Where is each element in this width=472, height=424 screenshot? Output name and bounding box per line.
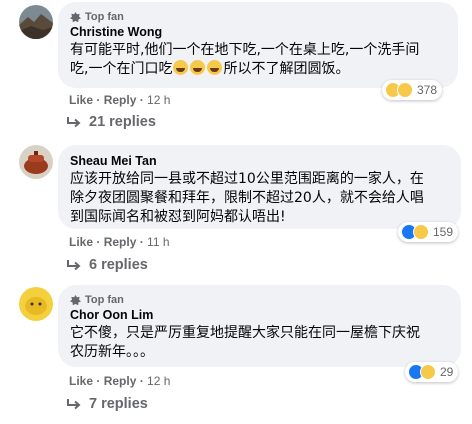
- comment-actions: Like · Reply · 11 h: [69, 235, 170, 249]
- top-fan-label: Top fan: [85, 11, 124, 23]
- reaction-count: 378: [417, 83, 438, 97]
- author-name[interactable]: Sheau Mei Tan: [70, 153, 449, 169]
- comment-bubble: Top fan Christine Wong 有可能平时,他们一个在地下吃,一个…: [58, 2, 458, 88]
- haha-reaction-icon: [413, 224, 429, 240]
- laughing-emoji-icon: [190, 60, 206, 75]
- comment-text: 有可能平时,他们一个在地下吃,一个在桌上吃,一个洗手间 吃,一个在门口吃 所以不了…: [70, 41, 446, 79]
- reply-arrow-icon: [67, 399, 81, 410]
- comment-text-line: 有可能平时,他们一个在地下吃,一个在桌上吃,一个洗手间: [70, 42, 420, 58]
- author-name[interactable]: Chor Oon Lim: [70, 307, 449, 323]
- comment-actions: Like · Reply · 12 h: [69, 93, 171, 107]
- timestamp[interactable]: 12 h: [147, 374, 170, 388]
- author-name[interactable]: Christine Wong: [70, 24, 446, 40]
- comment-text: 应该开放给同一县或不超过10公里范围距离的一家人，在 除夕夜团圆聚餐和拜年，限制…: [70, 170, 449, 227]
- like-link[interactable]: Like: [69, 235, 93, 249]
- comment-text-segment: 所以不了解团圆饭。: [223, 61, 350, 77]
- comment-bubble: Top fan Chor Oon Lim 它不傻，只是严厉重复地提醒大家只能在同…: [58, 285, 461, 367]
- laughing-emoji-icon: [173, 60, 189, 75]
- comment-actions: Like · Reply · 12 h: [69, 374, 171, 388]
- comment-text-line: 吃,一个在门口吃 所以不了解团圆饭。: [70, 60, 446, 79]
- top-fan-label: Top fan: [85, 294, 124, 306]
- comment-bubble: Sheau Mei Tan 应该开放给同一县或不超过10公里范围距离的一家人，在…: [58, 145, 461, 229]
- avatar[interactable]: [19, 5, 53, 39]
- reaction-count: 159: [433, 225, 454, 239]
- comment-text-line: 它不傻，只是严厉重复地提醒大家只能在同一屋檐下庆祝: [70, 325, 420, 341]
- top-fan-icon: [70, 294, 81, 305]
- replies-count-label: 21 replies: [89, 114, 156, 130]
- comment-text-line: 到国际闻名和被怼到阿妈都认唔出!: [70, 209, 286, 225]
- avatar[interactable]: [19, 145, 53, 179]
- reaction-summary[interactable]: 378: [382, 80, 443, 100]
- sad-reaction-icon: [397, 82, 413, 98]
- comment-text-line: 除夕夜团圆聚餐和拜年，限制不超过20人，就不会给人唱: [70, 190, 424, 206]
- comment-text-segment: 吃,一个在门口吃: [70, 61, 173, 77]
- reaction-summary[interactable]: 159: [398, 222, 459, 242]
- like-link[interactable]: Like: [69, 93, 93, 107]
- haha-reaction-icon: [420, 364, 436, 380]
- reply-arrow-icon: [67, 117, 81, 128]
- laughing-emoji-icon: [207, 60, 223, 75]
- view-replies-button[interactable]: 21 replies: [67, 114, 156, 130]
- reply-link[interactable]: Reply: [104, 93, 137, 107]
- avatar[interactable]: [19, 287, 53, 321]
- reply-link[interactable]: Reply: [104, 235, 137, 249]
- replies-count-label: 6 replies: [89, 257, 148, 273]
- comment-text: 它不傻，只是严厉重复地提醒大家只能在同一屋檐下庆祝 农历新年。。。: [70, 324, 449, 362]
- reaction-count: 29: [440, 365, 454, 379]
- comment-text-line: 农历新年。。。: [70, 344, 154, 360]
- like-link[interactable]: Like: [69, 374, 93, 388]
- reply-link[interactable]: Reply: [104, 374, 137, 388]
- replies-count-label: 7 replies: [89, 396, 148, 412]
- comment-text-line: 应该开放给同一县或不超过10公里范围距离的一家人，在: [70, 171, 424, 187]
- top-fan-icon: [70, 11, 81, 22]
- view-replies-button[interactable]: 7 replies: [67, 396, 148, 412]
- timestamp[interactable]: 12 h: [147, 93, 170, 107]
- reaction-summary[interactable]: 29: [405, 362, 459, 382]
- reply-arrow-icon: [67, 260, 81, 271]
- view-replies-button[interactable]: 6 replies: [67, 257, 148, 273]
- timestamp[interactable]: 11 h: [147, 235, 169, 249]
- top-fan-badge: Top fan: [70, 10, 446, 24]
- top-fan-badge: Top fan: [70, 293, 449, 307]
